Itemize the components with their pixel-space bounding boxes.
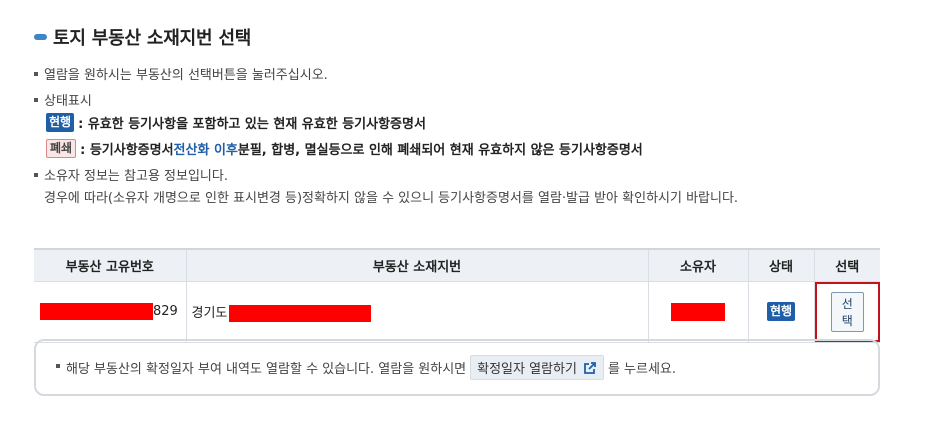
square-bullet-icon (34, 97, 38, 102)
header-status: 상태 (748, 248, 815, 282)
header-owner: 소유자 (648, 248, 749, 282)
unique-id-suffix: 829 (153, 304, 178, 319)
cell-owner (648, 281, 749, 343)
address-prefix: 경기도 (191, 305, 228, 321)
page-title: 토지 부동산 소재지번 선택 (53, 28, 252, 49)
title-bullet-icon (34, 34, 47, 40)
status-heading: 상태표시 (44, 94, 92, 109)
status-current-badge: 현행 (46, 113, 75, 132)
redacted-block (40, 303, 153, 320)
owner-note-line1: 소유자 정보는 참고용 정보입니다. (44, 169, 228, 184)
header-unique-id: 부동산 고유번호 (34, 248, 187, 282)
guide-text: 열람을 원하시는 부동산의 선택버튼을 눌러주십시오. (44, 68, 328, 83)
external-link-icon (584, 361, 596, 374)
status-closed-desc-emph: 전산화 이후 (173, 143, 238, 158)
property-table: 부동산 고유번호 부동산 소재지번 소유자 상태 선택 829 경기도 현행 선… (34, 248, 880, 343)
redacted-block (229, 304, 372, 322)
header-address: 부동산 소재지번 (186, 248, 649, 282)
table-row: 829 경기도 현행 선택 (34, 281, 880, 343)
notice-text-after: 를 누르세요. (607, 362, 677, 377)
guide-line: 열람을 원하시는 부동산의 선택버튼을 눌러주십시오. (34, 64, 328, 83)
square-bullet-icon (34, 71, 38, 76)
status-current-row: 현행 : 유효한 등기사항을 포함하고 있는 현재 유효한 등기사항증명서 (46, 113, 426, 132)
status-closed-desc-before: : 등기사항증명서 (80, 143, 174, 158)
owner-note: 소유자 정보는 참고용 정보입니다. 경우에 따라(소유자 개명으로 인한 표시… (34, 166, 880, 210)
status-closed-desc-after: 분필, 합병, 멸실등으로 인해 폐쇄되어 현재 유효하지 않은 등기사항증명서 (237, 143, 643, 158)
header-select: 선택 (814, 248, 880, 282)
cell-unique-id: 829 (34, 281, 187, 343)
notice-text-before: 해당 부동산의 확정일자 부여 내역도 열람할 수 있습니다. 열람을 원하시면 (66, 362, 467, 377)
owner-note-line2: 경우에 따라(소유자 개명으로 인한 표시변경 등)정확하지 않을 수 있으니 … (44, 191, 739, 206)
table-header-row: 부동산 고유번호 부동산 소재지번 소유자 상태 선택 (34, 248, 880, 282)
status-current-badge: 현행 (766, 302, 796, 321)
fixed-date-view-button[interactable]: 확정일자 열람하기 (470, 355, 604, 380)
select-button[interactable]: 선택 (830, 291, 864, 332)
square-bullet-icon (34, 172, 38, 177)
fixed-date-view-label: 확정일자 열람하기 (477, 362, 577, 377)
notice-box: 해당 부동산의 확정일자 부여 내역도 열람할 수 있습니다. 열람을 원하시면… (34, 339, 880, 396)
cell-address: 경기도 (186, 281, 649, 343)
select-highlight-box: 선택 (814, 281, 880, 342)
status-heading-line: 상태표시 (34, 90, 92, 109)
status-current-desc: : 유효한 등기사항을 포함하고 있는 현재 유효한 등기사항증명서 (78, 117, 426, 132)
square-bullet-icon (56, 363, 60, 368)
cell-select: 선택 (814, 281, 880, 343)
cell-status: 현행 (748, 281, 815, 343)
page-title-wrap: 토지 부동산 소재지번 선택 (34, 24, 251, 50)
redacted-block (671, 302, 725, 321)
status-closed-row: 폐쇄 : 등기사항증명서 전산화 이후 분필, 합병, 멸실등으로 인해 폐쇄되… (46, 139, 643, 158)
status-closed-badge: 폐쇄 (46, 139, 77, 158)
